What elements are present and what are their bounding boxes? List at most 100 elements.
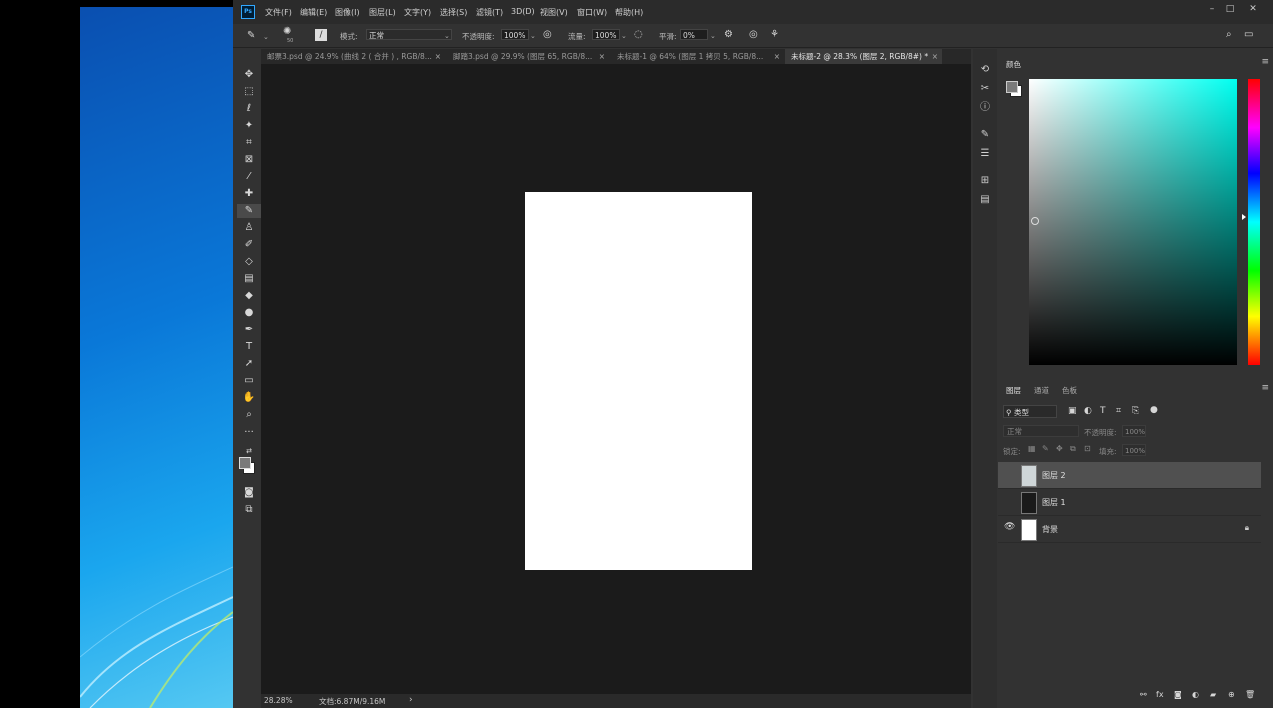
magic-wand-icon[interactable]: ✦ [237,119,261,133]
symmetry-icon[interactable]: ⚘ [770,29,779,41]
minimize-icon[interactable]: – [1203,4,1221,14]
rectangle-tool-icon[interactable]: ▭ [237,374,261,388]
frame-tool-icon[interactable]: ⊠ [237,153,261,167]
lock-image-icon[interactable]: ✎ [1042,443,1049,455]
history-icon[interactable]: ⟲ [977,63,993,77]
foreground-color-swatch[interactable] [239,457,251,469]
settings-gear-icon[interactable]: ⚙ [724,29,733,41]
tab-document-4[interactable]: 未标题-2 @ 28.3% (图层 2, RGB/8#) * × [785,49,942,64]
new-group-icon[interactable]: ▰ [1210,689,1216,701]
menu-filter[interactable]: 滤镜(T) [476,7,503,18]
eraser-icon[interactable]: ◇ [237,255,261,269]
tab-document-3[interactable]: 未标题-1 @ 64% (图层 1 拷贝 5, RGB/8... × [611,49,784,64]
tab-swatches[interactable]: 色板 [1062,385,1077,396]
filter-select[interactable]: ⚲ 类型 [1003,405,1057,418]
workspace-icon[interactable]: ▭ [1244,29,1253,41]
pressure-size-icon[interactable]: ◎ [749,29,758,41]
layer-name[interactable]: 背景 [1042,524,1058,535]
flow-input[interactable]: 100% [592,29,620,40]
brush-preset-icon[interactable]: ✺ [283,26,291,38]
lock-position-icon[interactable]: ✥ [1056,443,1063,455]
pressure-opacity-icon[interactable]: ◎ [543,29,552,41]
tab-document-1[interactable]: 邮票3.psd @ 24.9% (曲线 2 ( 合并 ) , RGB/8... × [261,49,445,64]
layer-opacity-input[interactable]: 100% [1122,425,1146,437]
chevron-down-icon[interactable]: ⌄ [710,32,716,40]
close-icon[interactable]: × [435,49,441,64]
blur-icon[interactable]: ◆ [237,289,261,303]
smooth-input[interactable]: 0% [680,29,708,40]
lock-artboard-icon[interactable]: ⧉ [1070,443,1076,455]
menu-type[interactable]: 文字(Y) [404,7,431,18]
menu-help[interactable]: 帮助(H) [615,7,643,18]
add-mask-icon[interactable]: ◙ [1174,689,1182,701]
lock-transparent-icon[interactable]: ▦ [1028,443,1036,455]
color-picker-handle[interactable] [1031,217,1039,225]
type-tool-icon[interactable]: T [237,340,261,354]
mode-select[interactable]: 正常 [366,29,452,40]
hue-slider[interactable] [1242,79,1260,365]
tools-preset-icon[interactable]: ✂ [977,82,993,96]
chevron-down-icon[interactable]: ⌄ [621,32,627,40]
gradient-icon[interactable]: ▤ [237,272,261,286]
visibility-toggle[interactable] [1004,468,1014,480]
chevron-down-icon[interactable]: ⌄ [530,32,536,40]
filter-smart-icon[interactable]: ⎘ [1132,405,1139,417]
brush-tool-icon[interactable]: ✎ [237,204,261,218]
menu-image[interactable]: 图像(I) [335,7,360,18]
more-tools-icon[interactable]: ··· [237,426,261,440]
info-icon[interactable]: ⓘ [977,101,993,115]
menu-view[interactable]: 视图(V) [540,7,568,18]
marquee-tool-icon[interactable]: ⬚ [237,85,261,99]
brush-panel-icon[interactable]: / [315,29,327,41]
zoom-tool-icon[interactable]: ⌕ [237,408,261,422]
healing-brush-icon[interactable]: ✚ [237,187,261,201]
airbrush-icon[interactable]: ◌ [634,29,643,41]
crop-tool-icon[interactable]: ⌗ [237,136,261,150]
blend-mode-select[interactable]: 正常 [1003,425,1079,437]
zoom-level[interactable]: 28.28% [264,696,293,705]
panel-menu-icon[interactable]: ≡ [1261,57,1269,67]
properties-icon[interactable]: ⊞ [977,174,993,188]
filter-toggle-icon[interactable]: ● [1150,404,1158,416]
lock-all-icon[interactable]: ⊡ [1084,443,1091,455]
swap-colors-icon[interactable]: ⇄ [237,444,261,458]
fx-icon[interactable]: fx [1156,689,1164,701]
filter-type-icon[interactable]: T [1100,405,1106,417]
close-icon[interactable]: × [932,49,938,64]
close-icon[interactable]: ✕ [1244,4,1262,14]
tab-document-2[interactable]: 脚踏3.psd @ 29.9% (图层 65, RGB/8... × [447,49,609,64]
dodge-icon[interactable]: ● [237,306,261,320]
adjustment-layer-icon[interactable]: ◐ [1192,689,1199,701]
new-layer-icon[interactable]: ⊕ [1228,689,1235,701]
maximize-icon[interactable]: □ [1221,4,1239,14]
filter-pixel-icon[interactable]: ▣ [1068,405,1077,417]
close-icon[interactable]: × [774,49,780,64]
brush-tool-icon[interactable]: ✎ [247,30,255,42]
menu-3d[interactable]: 3D(D) [511,7,535,16]
opacity-input[interactable]: 100% [501,29,529,40]
menu-window[interactable]: 窗口(W) [577,7,607,18]
menu-edit[interactable]: 编辑(E) [300,7,327,18]
pen-tool-icon[interactable]: ✒ [237,323,261,337]
notes-icon[interactable]: ▤ [977,193,993,207]
layer-row[interactable]: 图层 1 [998,489,1261,516]
chevron-down-icon[interactable]: ⌄ [263,33,269,41]
layer-name[interactable]: 图层 2 [1042,470,1066,481]
delete-layer-icon[interactable]: 🗑︎ [1245,689,1255,701]
lasso-tool-icon[interactable]: ℓ [237,102,261,116]
menu-layer[interactable]: 图层(L) [369,7,396,18]
panel-menu-icon[interactable]: ≡ [1261,383,1269,393]
filter-shape-icon[interactable]: ⌗ [1116,405,1121,417]
history-brush-icon[interactable]: ✐ [237,238,261,252]
layer-row[interactable]: 👁 背景 🔒︎ [998,516,1261,543]
menu-file[interactable]: 文件(F) [265,7,292,18]
filter-adjustment-icon[interactable]: ◐ [1084,405,1092,417]
eye-icon[interactable]: 👁 [1004,522,1015,534]
fill-input[interactable]: 100% [1122,444,1146,456]
hue-slider-handle[interactable] [1242,214,1246,220]
visibility-toggle[interactable] [1004,495,1014,507]
layer-row[interactable]: 图层 2 [998,462,1261,489]
close-icon[interactable]: × [599,49,605,64]
color-field[interactable] [1029,79,1237,365]
document-canvas[interactable] [525,192,752,570]
